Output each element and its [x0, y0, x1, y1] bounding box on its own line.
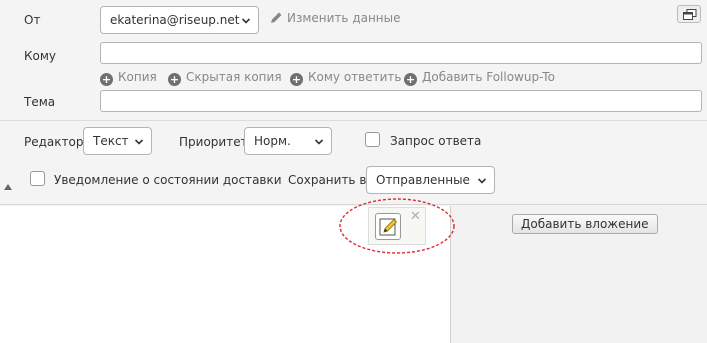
save-in-select[interactable]: Отправленные: [366, 166, 495, 194]
plus-circle-icon: +: [290, 73, 303, 86]
priority-select[interactable]: Норм.: [244, 127, 332, 155]
add-bcc-link[interactable]: + Скрытая копия: [168, 70, 282, 86]
from-label: От: [24, 13, 41, 27]
save-in-value: Отправленные: [376, 173, 470, 187]
add-followup-to-link[interactable]: + Добавить Followup-To: [404, 70, 555, 86]
dsn-label: Уведомление о состоянии доставки: [54, 173, 282, 187]
editor-type-select[interactable]: Текст: [83, 127, 152, 155]
priority-value: Норм.: [254, 134, 291, 148]
edit-identity-link[interactable]: Изменить данные: [270, 11, 401, 25]
chevron-down-icon: [242, 18, 250, 24]
receipt-label: Запрос ответа: [390, 134, 482, 148]
chevron-down-icon: [315, 139, 323, 145]
to-field[interactable]: [100, 42, 702, 64]
annotation-ellipse: [339, 198, 455, 254]
add-reply-to-link[interactable]: + Кому ответить: [290, 70, 401, 86]
add-attachment-button[interactable]: Добавить вложение: [512, 214, 658, 234]
to-label: Кому: [24, 49, 57, 63]
editor-type-value: Текст: [93, 134, 129, 148]
options-divider: [0, 120, 707, 121]
chevron-down-icon: [478, 178, 486, 184]
popout-window-icon: [683, 9, 697, 20]
add-cc-link[interactable]: + Копия: [100, 70, 157, 86]
triangle-up-icon[interactable]: [4, 184, 12, 190]
add-followup-to-label: Добавить Followup-To: [422, 70, 555, 84]
dsn-checkbox[interactable]: [30, 171, 45, 186]
pencil-icon: [271, 12, 282, 23]
add-bcc-label: Скрытая копия: [186, 70, 282, 84]
add-reply-to-label: Кому ответить: [308, 70, 402, 84]
compose-header: От ekaterina@riseup.net Изменить данные …: [0, 0, 707, 205]
subject-label: Тема: [24, 95, 56, 109]
plus-circle-icon: +: [404, 73, 417, 86]
chevron-down-icon: [135, 139, 143, 145]
popout-window-button[interactable]: [677, 5, 701, 23]
from-identity-select[interactable]: ekaterina@riseup.net: [100, 6, 259, 34]
add-cc-label: Копия: [118, 70, 157, 84]
editor-type-label: Редактор: [24, 135, 84, 149]
priority-label: Приоритет: [179, 135, 248, 149]
edit-identity-label: Изменить данные: [287, 11, 401, 25]
from-identity-value: ekaterina@riseup.net: [110, 13, 240, 27]
subject-field[interactable]: [100, 90, 702, 112]
plus-circle-icon: +: [168, 73, 181, 86]
save-in-label: Сохранить в: [288, 173, 367, 187]
plus-circle-icon: +: [100, 73, 113, 86]
receipt-checkbox[interactable]: [365, 132, 380, 147]
